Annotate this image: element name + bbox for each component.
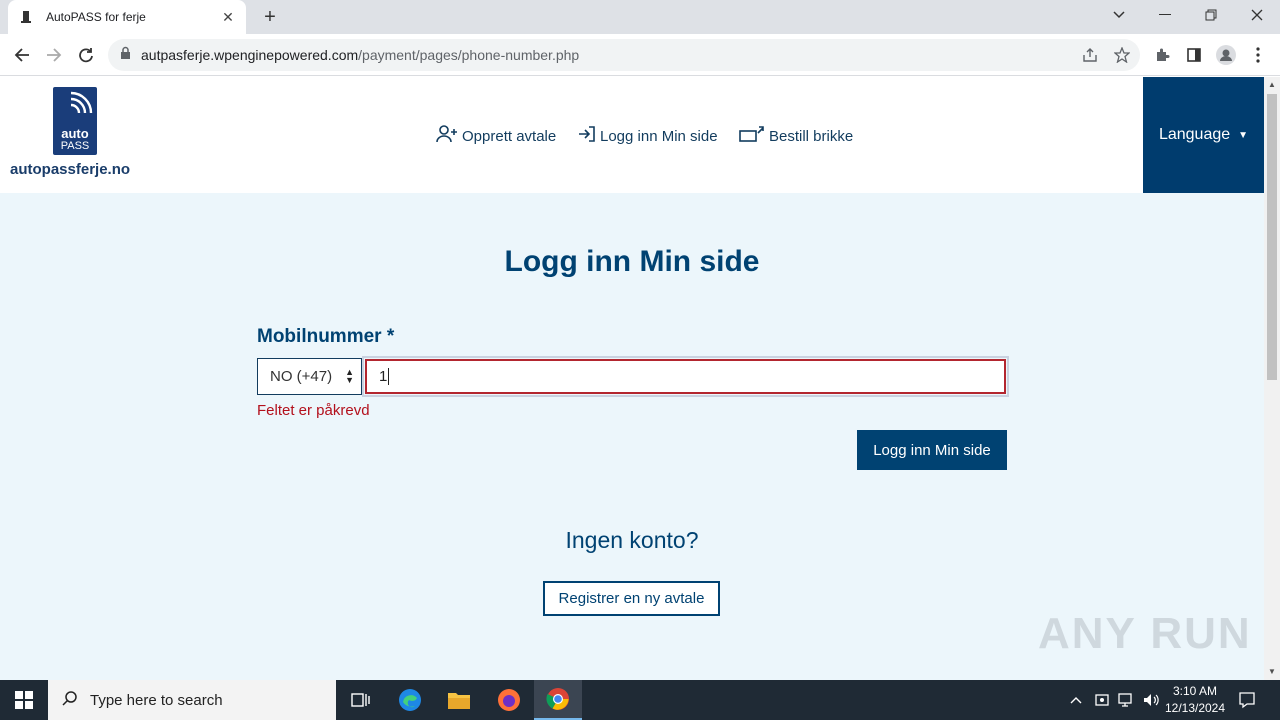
country-code-select[interactable]: NO (+47) ▲ ▼ xyxy=(257,358,362,395)
page-title: Logg inn Min side xyxy=(504,245,760,278)
minimize-button[interactable] xyxy=(1142,0,1188,30)
share-icon[interactable] xyxy=(1076,41,1104,69)
language-dropdown[interactable]: Language ▼ xyxy=(1143,77,1264,193)
close-tab-icon[interactable]: ✕ xyxy=(220,9,236,25)
search-icon xyxy=(62,690,78,711)
login-button[interactable]: Logg inn Min side xyxy=(857,430,1007,470)
clock-time: 3:10 AM xyxy=(1172,684,1218,698)
add-user-icon xyxy=(436,125,458,147)
windows-taskbar: Type here to search 3:10 AM 12/13/2024 xyxy=(0,680,1280,720)
forward-icon[interactable] xyxy=(40,41,68,69)
phone-number-input[interactable]: 1 xyxy=(365,359,1006,394)
mobile-number-label: Mobilnummer * xyxy=(257,326,395,347)
nav-order-tag[interactable]: Bestill brikke xyxy=(739,125,853,147)
country-code-value: NO (+47) xyxy=(270,368,333,385)
browser-toolbar: autpasferje.wpenginepowered.com/payment/… xyxy=(0,34,1280,76)
network-icon[interactable] xyxy=(1118,680,1136,720)
nav-create-label: Opprett avtale xyxy=(462,127,557,145)
edge-browser-icon[interactable] xyxy=(386,680,434,720)
no-account-heading: Ingen konto? xyxy=(565,527,699,553)
windows-start-icon[interactable] xyxy=(0,680,48,720)
logo-text-pass: PASS xyxy=(60,140,90,152)
tag-device-icon xyxy=(739,125,765,147)
nav-order-label: Bestill brikke xyxy=(769,127,854,145)
web-page: auto PASS autopassferje.no Opprett avtal… xyxy=(0,77,1264,680)
caret-down-icon: ▼ xyxy=(1238,129,1249,141)
profile-avatar-icon[interactable] xyxy=(1212,41,1240,69)
taskbar-search-box[interactable]: Type here to search xyxy=(48,680,336,720)
chrome-icon[interactable] xyxy=(534,680,582,720)
meet-now-icon[interactable] xyxy=(1094,680,1110,720)
text-cursor xyxy=(388,368,390,385)
notification-center-icon[interactable] xyxy=(1238,680,1256,720)
clock-date: 12/13/2024 xyxy=(1164,701,1226,715)
required-field-error: Feltet er påkrevd xyxy=(257,402,370,419)
firefox-icon[interactable] xyxy=(485,680,533,720)
close-window-button[interactable] xyxy=(1234,0,1280,30)
search-placeholder: Type here to search xyxy=(90,691,223,709)
register-button[interactable]: Registrer en ny avtale xyxy=(543,581,720,616)
page-scrollbar[interactable]: ▲ ▼ xyxy=(1264,77,1280,680)
reload-icon[interactable] xyxy=(72,41,100,69)
nav-create-agreement[interactable]: Opprett avtale xyxy=(436,125,556,147)
tray-chevron-icon[interactable] xyxy=(1070,680,1082,720)
scroll-thumb[interactable] xyxy=(1267,94,1277,380)
autopass-logo[interactable]: auto PASS xyxy=(53,87,97,155)
site-header: auto PASS autopassferje.no Opprett avtal… xyxy=(0,77,1264,193)
taskbar-clock[interactable]: 3:10 AM 12/13/2024 xyxy=(1160,683,1230,717)
select-arrows-icon: ▲ ▼ xyxy=(345,367,354,385)
anyrun-watermark: ANY RUN xyxy=(1038,609,1252,658)
site-name[interactable]: autopassferje.no xyxy=(10,161,130,178)
scroll-down-icon[interactable]: ▼ xyxy=(1267,667,1277,677)
side-panel-icon[interactable] xyxy=(1180,41,1208,69)
nav-login[interactable]: Logg inn Min side xyxy=(578,125,718,147)
scroll-up-icon[interactable]: ▲ xyxy=(1267,80,1277,90)
login-arrow-icon xyxy=(578,125,596,147)
volume-icon[interactable] xyxy=(1142,680,1160,720)
nav-login-label: Logg inn Min side xyxy=(600,127,718,145)
site-favicon-icon xyxy=(18,9,34,25)
phone-input-focus-ring: 1 xyxy=(362,356,1009,397)
url-text: autpasferje.wpenginepowered.com/payment/… xyxy=(141,47,580,63)
back-icon[interactable] xyxy=(8,41,36,69)
file-explorer-icon[interactable] xyxy=(435,680,483,720)
logo-text-auto: auto xyxy=(61,126,89,141)
tab-title: AutoPASS for ferje xyxy=(46,10,146,24)
lock-icon[interactable] xyxy=(120,46,131,64)
browser-tabbar: AutoPASS for ferje ✕ + xyxy=(0,0,1280,34)
language-label: Language xyxy=(1158,126,1231,143)
browser-tab[interactable]: AutoPASS for ferje ✕ xyxy=(8,0,246,34)
restore-button[interactable] xyxy=(1188,0,1234,30)
phone-number-value: 1 xyxy=(379,368,388,385)
address-bar[interactable]: autpasferje.wpenginepowered.com/payment/… xyxy=(108,39,1140,71)
tab-search-icon[interactable] xyxy=(1096,0,1142,30)
new-tab-button[interactable]: + xyxy=(258,5,282,29)
task-view-icon[interactable] xyxy=(336,680,384,720)
signal-waves-icon xyxy=(70,91,93,114)
menu-kebab-icon[interactable] xyxy=(1244,41,1272,69)
extensions-puzzle-icon[interactable] xyxy=(1148,41,1176,69)
bookmark-star-icon[interactable] xyxy=(1108,41,1136,69)
